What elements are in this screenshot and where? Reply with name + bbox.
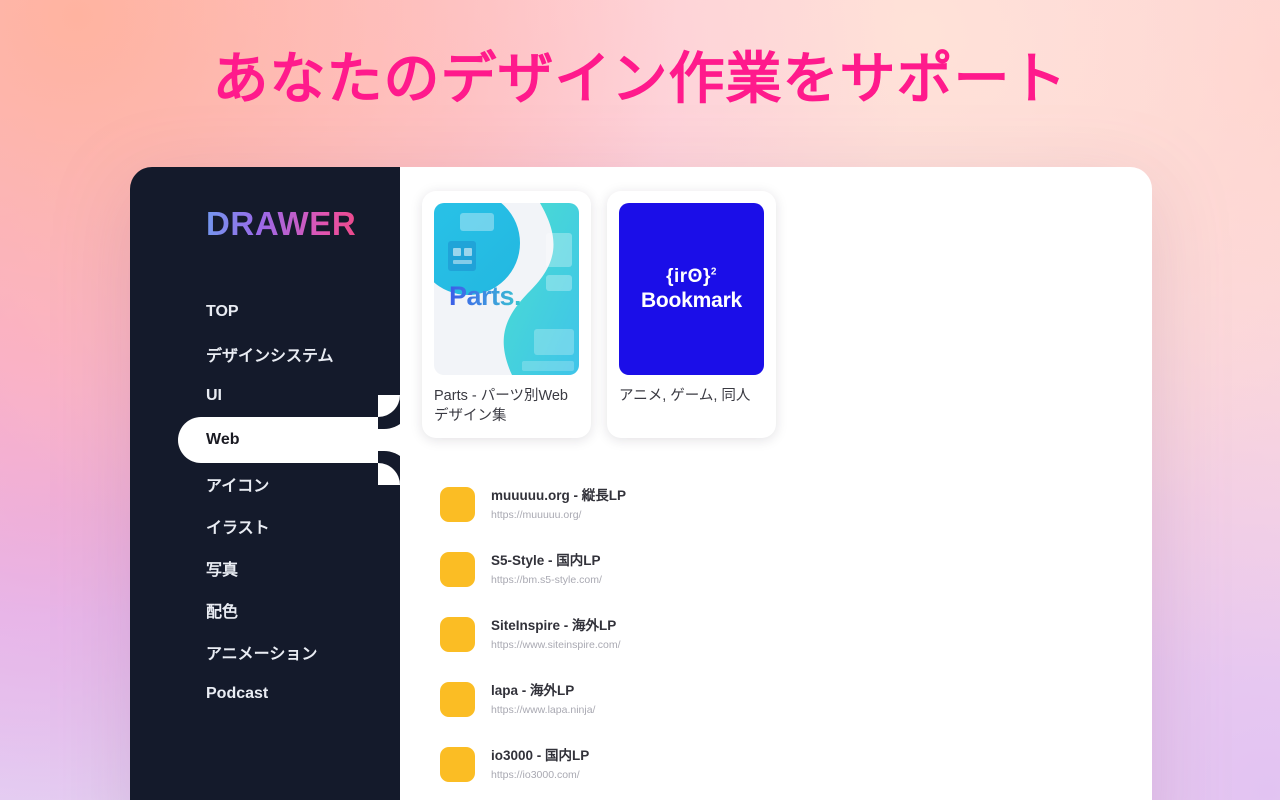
list-item-url: https://www.siteinspire.com/ <box>491 639 621 652</box>
list-item[interactable]: SiteInspire - 海外LP https://www.siteinspir… <box>440 602 1152 667</box>
featured-card[interactable]: {irʘ}2 Bookmark アニメ, ゲーム, 同人 <box>607 191 776 438</box>
sidebar-item-イラスト[interactable]: イラスト <box>130 505 400 547</box>
sidebar-item-TOP[interactable]: TOP <box>130 291 400 333</box>
list-item-text: lapa - 海外LP https://www.lapa.ninja/ <box>491 682 595 717</box>
bookmark-wordmark: Bookmark <box>640 288 743 312</box>
sidebar-item-label: アイコン <box>206 478 270 495</box>
iro-wordmark-superscript: 2 <box>710 266 717 278</box>
sidebar-item-Web[interactable]: Web <box>178 395 400 485</box>
list-item-url: https://bm.s5-style.com/ <box>491 574 602 587</box>
site-thumbnail-icon <box>440 747 475 782</box>
sidebar-item-label: Podcast <box>206 685 269 702</box>
list-item-text: S5-Style - 国内LP https://bm.s5-style.com/ <box>491 552 602 587</box>
list-item[interactable]: io3000 - 国内LP https://io3000.com/ <box>440 732 1152 797</box>
site-thumbnail-icon <box>440 487 475 522</box>
list-item-url: https://io3000.com/ <box>491 769 580 782</box>
iro-wordmark-text: {irʘ} <box>666 265 711 287</box>
sidebar-item-label: デザインシステム <box>206 348 334 365</box>
content-panel: Parts. Parts - パーツ別Webデザイン集 {irʘ}2 Bookmark… <box>400 167 1152 800</box>
list-item-title: lapa - 海外LP <box>491 682 575 698</box>
sidebar-item-label: イラスト <box>206 520 270 537</box>
list-item-text: io3000 - 国内LP https://io3000.com/ <box>491 747 589 782</box>
link-list: muuuuu.org - 縦長LP https://muuuuu.org/S5-S… <box>422 472 1152 797</box>
card-caption: アニメ, ゲーム, 同人 <box>619 388 751 404</box>
app-logo[interactable]: DRAWER <box>130 205 400 243</box>
list-item-title: muuuuu.org - 縦長LP <box>491 487 626 503</box>
card-thumbnail: Parts. <box>434 203 579 375</box>
list-item-title: io3000 - 国内LP <box>491 747 590 763</box>
sidebar-item-UI[interactable]: UI <box>130 375 400 417</box>
hero-banner: あなたのデザイン作業をサポート <box>0 48 1280 110</box>
hero-headline: あなたのデザイン作業をサポート <box>212 47 1068 110</box>
sidebar-item-アニメーション[interactable]: アニメーション <box>130 631 400 673</box>
parts-card-glyphs-icon <box>448 213 494 271</box>
card-caption: Parts - パーツ別Webデザイン集 <box>434 388 568 424</box>
list-item-text: muuuuu.org - 縦長LP https://muuuuu.org/ <box>491 487 626 522</box>
sidebar-item-label: 写真 <box>206 562 239 579</box>
sidebar: DRAWER TOP デザインシステム UI Web アイコンイラスト写真配色アニメーシ… <box>130 167 400 800</box>
list-item[interactable]: lapa - 海外LP https://www.lapa.ninja/ <box>440 667 1152 732</box>
featured-card[interactable]: Parts. Parts - パーツ別Webデザイン集 <box>422 191 591 438</box>
list-item-title: SiteInspire - 海外LP <box>491 617 617 633</box>
iro-wordmark: {irʘ}2 <box>666 266 717 288</box>
parts-wordmark: Parts. <box>449 281 522 311</box>
site-thumbnail-icon <box>440 682 475 717</box>
list-item-text: SiteInspire - 海外LP https://www.siteinspir… <box>491 617 621 652</box>
featured-cards: Parts. Parts - パーツ別Webデザイン集 {irʘ}2 Bookmark… <box>422 191 1152 438</box>
sidebar-item-label: アニメーション <box>206 646 318 663</box>
list-item[interactable]: muuuuu.org - 縦長LP https://muuuuu.org/ <box>440 472 1152 537</box>
sidebar-nav: TOP デザインシステム UI Web アイコンイラスト写真配色アニメーション Podca… <box>130 291 400 715</box>
site-thumbnail-icon <box>440 617 475 652</box>
sidebar-item-label: 配色 <box>206 604 239 621</box>
sidebar-item-label: UI <box>206 387 222 404</box>
list-item-title: S5-Style - 国内LP <box>491 552 601 568</box>
app-window: DRAWER TOP デザインシステム UI Web アイコンイラスト写真配色アニメーシ… <box>130 167 1152 800</box>
list-item[interactable]: S5-Style - 国内LP https://bm.s5-style.com/ <box>440 537 1152 602</box>
sidebar-item-写真[interactable]: 写真 <box>130 547 400 589</box>
sidebar-item-Podcast[interactable]: Podcast <box>130 673 400 715</box>
sidebar-item-デザインシステム[interactable]: デザインシステム <box>130 333 400 375</box>
sidebar-item-label: TOP <box>206 303 239 320</box>
sidebar-item-配色[interactable]: 配色 <box>130 589 400 631</box>
sidebar-item-アイコン[interactable]: アイコン <box>130 463 400 505</box>
list-item-url: https://www.lapa.ninja/ <box>491 704 596 717</box>
card-thumbnail: {irʘ}2 Bookmark <box>619 203 764 375</box>
list-item-url: https://muuuuu.org/ <box>491 509 582 522</box>
sidebar-item-label: Web <box>206 431 240 448</box>
site-thumbnail-icon <box>440 552 475 587</box>
